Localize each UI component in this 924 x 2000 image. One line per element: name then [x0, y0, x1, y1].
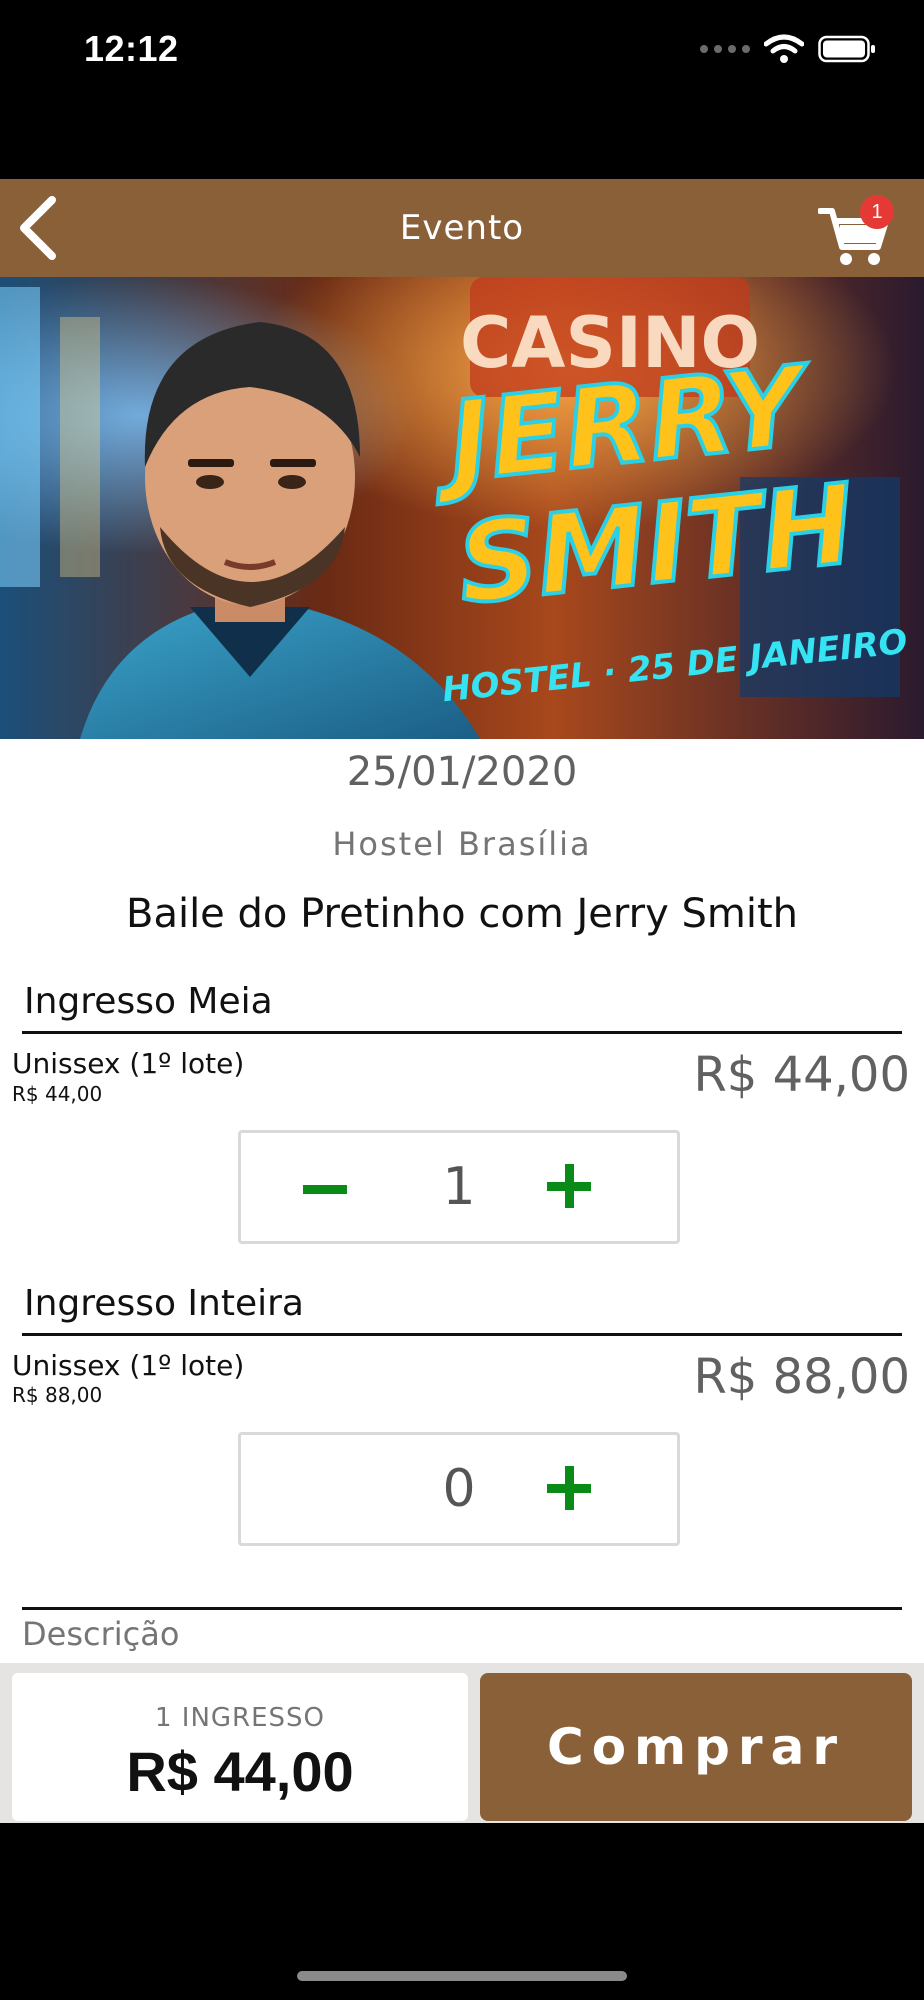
battery-icon [818, 35, 875, 63]
status-time: 12:12 [84, 28, 179, 69]
ticket-name: Unissex (1º lote) [12, 1349, 245, 1382]
ticket-name: Unissex (1º lote) [12, 1047, 245, 1080]
home-indicator [297, 1971, 627, 1981]
event-date: 25/01/2020 [346, 749, 578, 795]
signal-icon [700, 45, 750, 53]
cart-count-badge: 1 [860, 195, 894, 229]
wifi-icon [764, 34, 804, 63]
ticket-count-label: 1 INGRESSO [154, 1703, 326, 1733]
cart-button[interactable]: 1 [818, 195, 894, 265]
ticket-unit-price: R$ 88,00 [12, 1383, 103, 1407]
page-title: Evento [399, 208, 525, 248]
event-venue: Hostel Brasília [332, 825, 592, 863]
quantity-value: 0 [442, 1459, 476, 1519]
event-title: Baile do Pretinho com Jerry Smith [126, 891, 798, 937]
event-banner-image: CASINO JERRY SMITH HOSTEL · 25 DE JANEIR… [0, 277, 924, 739]
decrease-quantity-button[interactable] [303, 1169, 349, 1209]
divider [22, 1607, 902, 1610]
ticket-price: R$ 88,00 [693, 1349, 910, 1405]
order-total: R$ 44,00 [126, 1740, 354, 1803]
ticket-price: R$ 44,00 [693, 1047, 910, 1103]
status-bar: 12:12 [0, 0, 924, 100]
checkout-bar: 1 INGRESSO R$ 44,00 Comprar [0, 1663, 924, 1823]
ticket-unit-price: R$ 44,00 [12, 1082, 103, 1106]
increase-quantity-button[interactable] [547, 1465, 595, 1513]
order-summary: 1 INGRESSO R$ 44,00 [12, 1673, 468, 1821]
quantity-stepper: 1 [238, 1130, 680, 1244]
ticket-section-title: Ingresso Meia [22, 981, 902, 1034]
quantity-stepper: 0 [238, 1432, 680, 1546]
ticket-section-title: Ingresso Inteira [22, 1283, 902, 1336]
buy-button[interactable]: Comprar [480, 1673, 912, 1821]
event-details: 25/01/2020 Hostel Brasília Baile do Pret… [0, 739, 924, 1663]
app-header: Evento 1 [0, 179, 924, 277]
increase-quantity-button[interactable] [547, 1163, 595, 1211]
status-icons [700, 34, 876, 64]
description-label: Descrição [22, 1615, 180, 1653]
